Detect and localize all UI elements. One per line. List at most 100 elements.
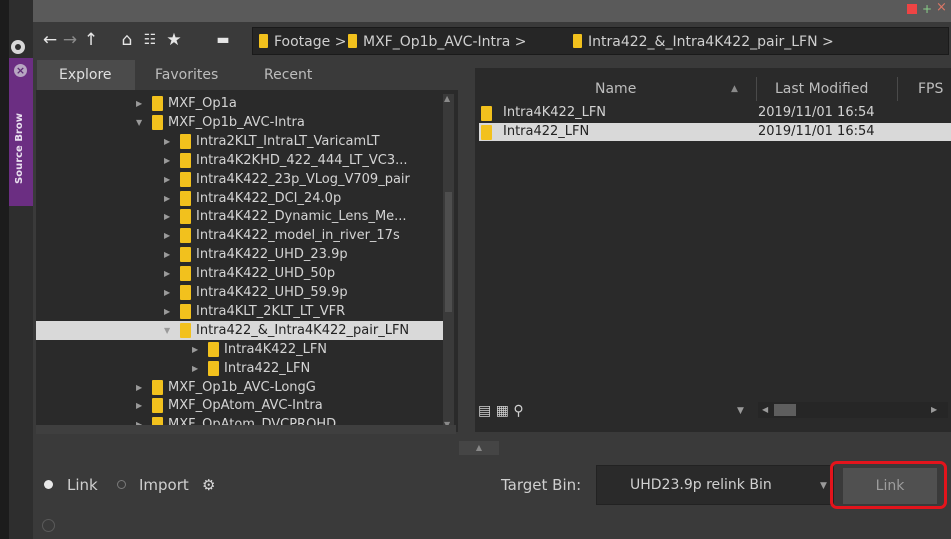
collapsed-triangle-icon[interactable]: ▶ bbox=[192, 340, 202, 359]
close-icon[interactable]: × bbox=[936, 1, 948, 14]
collapsed-triangle-icon[interactable]: ▶ bbox=[164, 151, 174, 170]
folder-icon bbox=[180, 133, 191, 149]
breadcrumb-footage[interactable]: Footage > bbox=[259, 33, 346, 51]
tree-item-label: Intra422_&_Intra4K422_pair_LFN bbox=[196, 322, 410, 338]
breadcrumb-separator: > bbox=[514, 34, 527, 50]
tree-item[interactable]: ▼ MXF_Op1b_AVC-Intra bbox=[36, 113, 446, 132]
tree-item[interactable]: ▶ MXF_Op1a bbox=[36, 94, 446, 113]
maximize-icon[interactable]: + bbox=[922, 3, 933, 15]
scroll-right-icon[interactable]: ▶ bbox=[931, 403, 937, 417]
tree-item-label: Intra422_LFN bbox=[224, 360, 311, 376]
tree-item[interactable]: ▶ Intra4K422_DCI_24.0p bbox=[36, 189, 446, 208]
tree-item-label: Intra4K422_LFN bbox=[224, 341, 328, 357]
column-name[interactable]: Name bbox=[595, 79, 636, 99]
collapsed-triangle-icon[interactable]: ▶ bbox=[164, 170, 174, 189]
folder-icon bbox=[180, 171, 191, 187]
breadcrumb-mxf-op1b[interactable]: MXF_Op1b_AVC-Intra > bbox=[348, 33, 527, 51]
tree-item[interactable]: ▶ Intra2KLT_IntraLT_VaricamLT bbox=[36, 132, 446, 151]
tree-item-selected[interactable]: ▼ Intra422_&_Intra4K422_pair_LFN bbox=[36, 320, 446, 340]
side-tab-label: Source Brow bbox=[14, 113, 25, 184]
tab-explore[interactable]: Explore bbox=[59, 64, 112, 86]
tree-item-label: Intra4K422_UHD_59.9p bbox=[196, 285, 348, 300]
tab-favorites[interactable]: Favorites bbox=[155, 64, 218, 86]
dock-toggle-icon[interactable] bbox=[11, 40, 25, 54]
tree-scroll-thumb[interactable] bbox=[445, 192, 452, 312]
folder-icon bbox=[152, 96, 163, 111]
collapsed-triangle-icon[interactable]: ▶ bbox=[164, 283, 174, 302]
file-modified: 2019/11/01 16:54 bbox=[758, 105, 875, 120]
list-view-icon[interactable]: ▤ bbox=[478, 403, 491, 419]
tree-item[interactable]: ▶ Intra4K422_UHD_23.9p bbox=[36, 245, 446, 264]
column-fps[interactable]: FPS bbox=[918, 79, 948, 99]
forward-arrow-icon[interactable]: → bbox=[62, 29, 78, 51]
tree-scroll-up-icon[interactable]: ▲ bbox=[444, 94, 450, 103]
collapsed-triangle-icon[interactable]: ▶ bbox=[136, 396, 146, 415]
column-last-modified[interactable]: Last Modified bbox=[775, 79, 868, 99]
tree-item-label: MXF_Op1a bbox=[168, 96, 237, 111]
tree-item[interactable]: ▶ Intra4K422_23p_VLog_V709_pair bbox=[36, 170, 446, 189]
tree-item[interactable]: ▶ Intra4K422_UHD_50p bbox=[36, 264, 446, 283]
gear-icon[interactable]: ⚙ bbox=[202, 476, 215, 494]
folder-icon bbox=[180, 266, 191, 282]
file-pane-scroll-thumb[interactable] bbox=[774, 404, 796, 416]
collapsed-triangle-icon[interactable]: ▶ bbox=[136, 94, 146, 113]
tree-item[interactable]: ▶ Intra4K422_model_in_river_17s bbox=[36, 226, 446, 245]
up-arrow-icon[interactable]: ↑ bbox=[82, 29, 100, 51]
tree-item-label: MXF_OpAtom_AVC-Intra bbox=[168, 398, 323, 414]
drive-icon[interactable]: ▬ bbox=[214, 29, 232, 51]
favorite-star-icon[interactable]: ★ bbox=[164, 29, 184, 51]
folder-icon bbox=[180, 228, 191, 244]
import-radio[interactable] bbox=[117, 480, 126, 489]
chevron-down-icon[interactable]: ▼ bbox=[820, 477, 827, 495]
file-modified: 2019/11/01 16:54 bbox=[758, 124, 875, 139]
collapsed-triangle-icon[interactable]: ▶ bbox=[192, 359, 202, 378]
column-separator[interactable] bbox=[756, 77, 757, 101]
target-bin-value: UHD23.9p relink Bin bbox=[630, 477, 772, 493]
browse-list-icon[interactable]: ☷ bbox=[140, 29, 160, 51]
tree-item-label: Intra2KLT_IntraLT_VaricamLT bbox=[196, 133, 380, 149]
minimize-icon[interactable] bbox=[907, 4, 917, 14]
tree-item[interactable]: ▶ Intra4K2KHD_422_444_LT_VC3... bbox=[36, 151, 446, 170]
collapsed-triangle-icon[interactable]: ▶ bbox=[164, 245, 174, 264]
collapsed-triangle-icon[interactable]: ▶ bbox=[164, 264, 174, 283]
collapsed-triangle-icon[interactable]: ▶ bbox=[164, 207, 174, 226]
folder-icon bbox=[152, 379, 163, 395]
tree-item[interactable]: ▶ Intra4K422_Dynamic_Lens_Me... bbox=[36, 207, 446, 226]
collapsed-triangle-icon[interactable]: ▶ bbox=[164, 132, 174, 151]
expanded-triangle-icon[interactable]: ▼ bbox=[164, 321, 174, 340]
scroll-left-icon[interactable]: ◀ bbox=[762, 403, 768, 417]
expanded-triangle-icon[interactable]: ▼ bbox=[136, 113, 146, 132]
collapsed-triangle-icon[interactable]: ▶ bbox=[136, 378, 146, 397]
folder-icon bbox=[208, 360, 219, 376]
tree-item[interactable]: ▶ Intra4K422_LFN bbox=[36, 340, 446, 359]
collapsed-triangle-icon[interactable]: ▶ bbox=[164, 226, 174, 245]
breadcrumb-intra422-pair[interactable]: Intra422_&_Intra4K422_pair_LFN > bbox=[573, 33, 834, 51]
tree-item-label: Intra4K422_model_in_river_17s bbox=[196, 228, 400, 244]
column-separator[interactable] bbox=[897, 77, 898, 101]
back-arrow-icon[interactable]: ← bbox=[40, 29, 60, 51]
tree-item[interactable]: ▶ Intra4KLT_2KLT_LT_VFR bbox=[36, 302, 446, 321]
tree-horizontal-scrollbar[interactable] bbox=[36, 425, 456, 434]
collapsed-triangle-icon[interactable]: ▶ bbox=[164, 189, 174, 208]
close-panel-icon[interactable]: × bbox=[14, 64, 27, 77]
status-indicator-icon bbox=[42, 519, 55, 532]
tree-item[interactable]: ▶ Intra422_LFN bbox=[36, 359, 446, 378]
thumbnail-view-icon[interactable]: ▦ bbox=[496, 403, 509, 419]
tab-recent[interactable]: Recent bbox=[264, 64, 312, 86]
tree-item-label: Intra4K422_DCI_24.0p bbox=[196, 190, 342, 206]
tree-item[interactable]: ▶ Intra4K422_UHD_59.9p bbox=[36, 283, 446, 302]
search-icon[interactable]: ⚲ bbox=[513, 403, 523, 419]
tree-item-label: Intra4K422_23p_VLog_V709_pair bbox=[196, 171, 410, 187]
tree-item[interactable]: ▶ MXF_Op1b_AVC-LongG bbox=[36, 378, 446, 397]
collapsed-triangle-icon[interactable]: ▶ bbox=[164, 302, 174, 321]
panel-splitter-handle[interactable]: ▲ bbox=[459, 441, 499, 455]
import-option-label[interactable]: Import bbox=[139, 476, 189, 494]
file-row-selected[interactable]: Intra422_LFN 2019/11/01 16:54 bbox=[479, 123, 951, 141]
side-tab-label-wrap: Source Brow bbox=[9, 88, 33, 198]
view-dropdown-arrow-icon[interactable]: ▼ bbox=[737, 402, 744, 420]
home-icon[interactable]: ⌂ bbox=[118, 29, 136, 51]
link-option-label[interactable]: Link bbox=[67, 476, 98, 494]
tree-item[interactable]: ▶ MXF_OpAtom_AVC-Intra bbox=[36, 396, 446, 415]
file-row[interactable]: Intra4K422_LFN 2019/11/01 16:54 bbox=[479, 104, 951, 122]
link-radio[interactable] bbox=[44, 480, 53, 489]
